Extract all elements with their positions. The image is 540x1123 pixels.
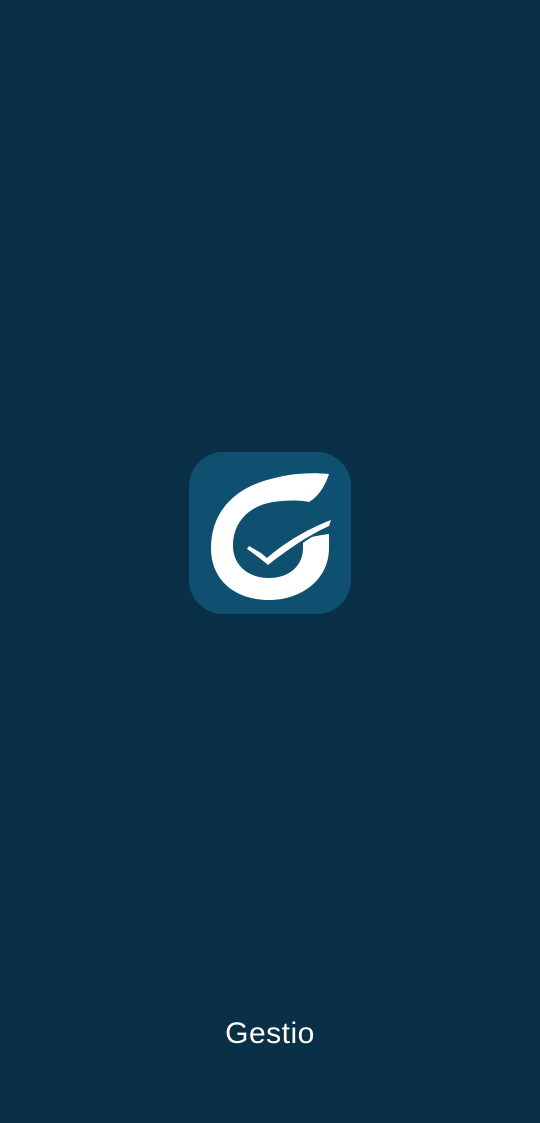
splash-screen: Gestio xyxy=(0,0,540,1123)
g-check-mark-icon xyxy=(211,473,331,600)
app-name-label: Gestio xyxy=(225,1017,315,1050)
gestio-logo-icon xyxy=(189,452,351,614)
